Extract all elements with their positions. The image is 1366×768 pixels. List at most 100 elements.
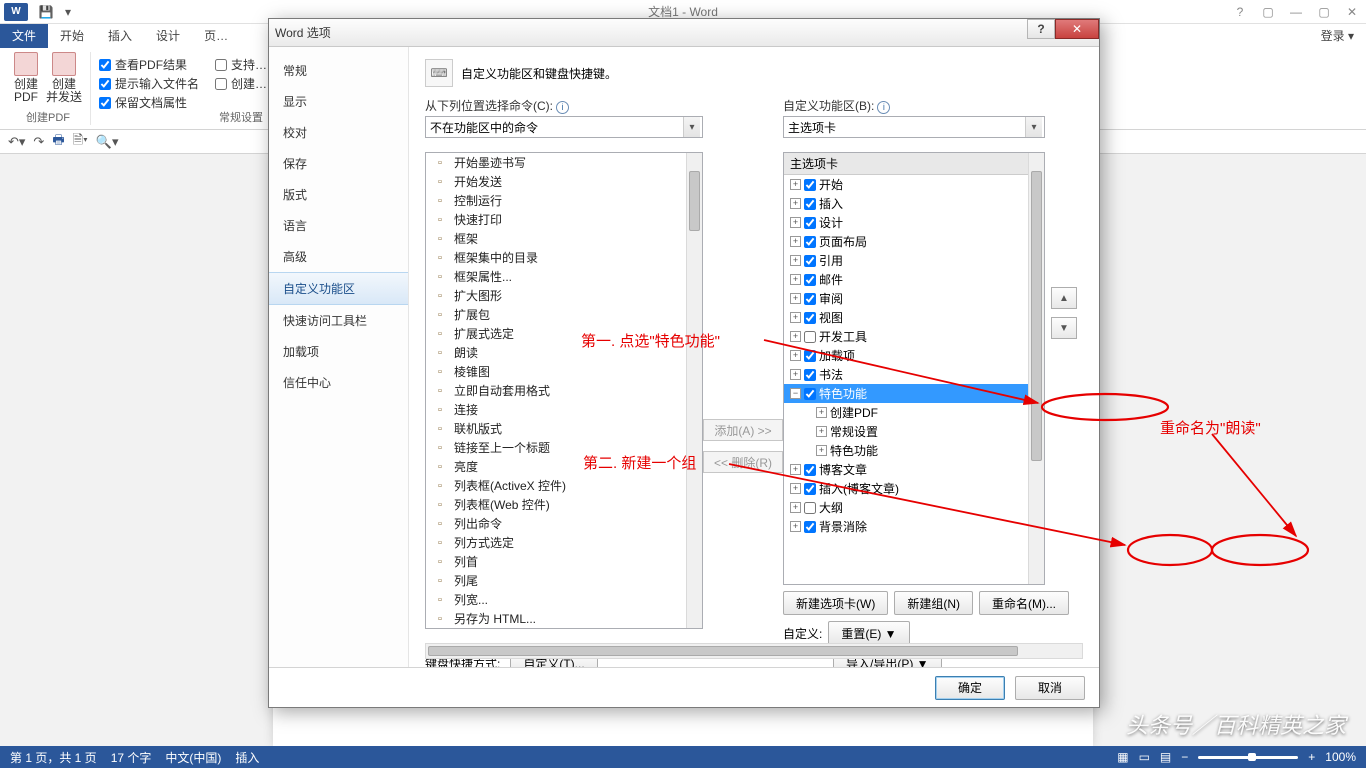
commands-listbox[interactable]: ▫开始墨迹书写▫开始发送▫控制运行▫快速打印▫框架▫框架集中的目录▫框架属性..… [425,152,703,629]
tree-item[interactable]: +设计 [784,213,1044,232]
command-item[interactable]: ▫链接至上一个标题 [426,438,702,457]
command-item[interactable]: ▫框架 [426,229,702,248]
dialog-nav-item[interactable]: 信任中心 [269,367,408,398]
move-down-button[interactable]: ▼ [1051,317,1077,339]
tree-checkbox[interactable] [804,483,816,495]
tree-checkbox[interactable] [804,217,816,229]
command-item[interactable]: ▫列出命令 [426,514,702,533]
expand-icon[interactable]: + [790,312,801,323]
expand-icon[interactable]: + [790,274,801,285]
dialog-nav-item[interactable]: 版式 [269,179,408,210]
command-item[interactable]: ▫扩展式选定 [426,324,702,343]
tree-item[interactable]: +大纲 [784,498,1044,517]
rename-button[interactable]: 重命名(M)... [979,591,1069,615]
tree-item[interactable]: +页面布局 [784,232,1044,251]
tree-item[interactable]: +加载项 [784,346,1044,365]
tree-checkbox[interactable] [804,312,816,324]
new-tab-button[interactable]: 新建选项卡(W) [783,591,888,615]
command-item[interactable]: ▫列方式选定 [426,533,702,552]
tree-item[interactable]: +开始 [784,175,1044,194]
info-icon[interactable]: i [556,101,569,114]
expand-icon[interactable]: + [790,331,801,342]
expand-icon[interactable]: + [790,369,801,380]
command-item[interactable]: ▫框架集中的目录 [426,248,702,267]
tree-checkbox[interactable] [804,331,816,343]
tree-item[interactable]: +开发工具 [784,327,1044,346]
expand-icon[interactable]: + [790,502,801,513]
command-item[interactable]: ▫扩展包 [426,305,702,324]
command-item[interactable]: ▫开始发送 [426,172,702,191]
command-item[interactable]: ▫棱锥图 [426,362,702,381]
tree-checkbox[interactable] [804,198,816,210]
ok-button[interactable]: 确定 [935,676,1005,700]
tree-item[interactable]: +邮件 [784,270,1044,289]
ribbon-tree[interactable]: 主选项卡 +开始+插入+设计+页面布局+引用+邮件+审阅+视图+开发工具+加载项… [783,152,1045,585]
expand-icon[interactable]: + [790,483,801,494]
command-item[interactable]: ▫另存为 HTML... [426,609,702,628]
tree-checkbox[interactable] [804,293,816,305]
dialog-nav-item[interactable]: 保存 [269,148,408,179]
command-item[interactable]: ▫亮度 [426,457,702,476]
tree-item[interactable]: +书法 [784,365,1044,384]
dialog-nav-item[interactable]: 显示 [269,86,408,117]
tree-item[interactable]: +创建PDF [784,403,1044,422]
cancel-button[interactable]: 取消 [1015,676,1085,700]
tree-item[interactable]: −特色功能 [784,384,1044,403]
tree-item[interactable]: +插入(博客文章) [784,479,1044,498]
expand-icon[interactable]: + [790,293,801,304]
tree-item[interactable]: +引用 [784,251,1044,270]
tree-item[interactable]: +审阅 [784,289,1044,308]
dialog-nav-item[interactable]: 校对 [269,117,408,148]
command-item[interactable]: ▫控制运行 [426,191,702,210]
tree-item[interactable]: +特色功能 [784,441,1044,460]
customize-ribbon-combo[interactable]: 主选项卡 [783,116,1045,138]
tree-item[interactable]: +常规设置 [784,422,1044,441]
tree-checkbox[interactable] [804,179,816,191]
expand-icon[interactable]: + [790,350,801,361]
command-item[interactable]: ▫列表框(Web 控件) [426,495,702,514]
dialog-close-icon[interactable]: ✕ [1055,19,1099,39]
new-group-button[interactable]: 新建组(N) [894,591,973,615]
command-item[interactable]: ▫框架属性... [426,267,702,286]
tree-item[interactable]: +博客文章 [784,460,1044,479]
command-item[interactable]: ▫朗读 [426,343,702,362]
tree-checkbox[interactable] [804,388,816,400]
choose-commands-combo[interactable]: 不在功能区中的命令 [425,116,703,138]
tree-checkbox[interactable] [804,236,816,248]
commands-scrollbar[interactable] [686,153,702,628]
tree-checkbox[interactable] [804,369,816,381]
tree-item[interactable]: +插入 [784,194,1044,213]
dialog-nav-item[interactable]: 语言 [269,210,408,241]
dialog-nav-item[interactable]: 自定义功能区 [269,272,408,305]
dialog-title-bar[interactable]: Word 选项 ? ✕ [269,19,1099,47]
expand-icon[interactable]: + [790,521,801,532]
pane-horizontal-scrollbar[interactable] [425,643,1083,659]
expand-icon[interactable]: + [790,179,801,190]
tree-item[interactable]: +视图 [784,308,1044,327]
tree-scrollbar[interactable] [1028,153,1044,584]
command-item[interactable]: ▫列宽... [426,590,702,609]
dialog-nav-item[interactable]: 高级 [269,241,408,272]
command-item[interactable]: ▫列尾 [426,571,702,590]
command-item[interactable]: ▫开始墨迹书写 [426,153,702,172]
command-item[interactable]: ▫列首 [426,552,702,571]
tree-checkbox[interactable] [804,502,816,514]
expand-icon[interactable]: + [790,217,801,228]
command-item[interactable]: ▫联机版式 [426,419,702,438]
info-icon[interactable]: i [877,101,890,114]
expand-icon[interactable]: + [790,464,801,475]
reset-button[interactable]: 重置(E) ▼ [828,621,909,645]
remove-button[interactable]: << 删除(R) [703,451,783,473]
tree-checkbox[interactable] [804,464,816,476]
dialog-nav-item[interactable]: 快速访问工具栏 [269,305,408,336]
expand-icon[interactable]: + [790,236,801,247]
tree-checkbox[interactable] [804,255,816,267]
tree-checkbox[interactable] [804,521,816,533]
command-item[interactable]: ▫快速打印 [426,210,702,229]
dialog-help-icon[interactable]: ? [1027,19,1055,39]
expand-icon[interactable]: + [816,407,827,418]
expand-icon[interactable]: + [790,255,801,266]
tree-item[interactable]: +背景消除 [784,517,1044,536]
expand-icon[interactable]: + [790,198,801,209]
expand-icon[interactable]: − [790,388,801,399]
